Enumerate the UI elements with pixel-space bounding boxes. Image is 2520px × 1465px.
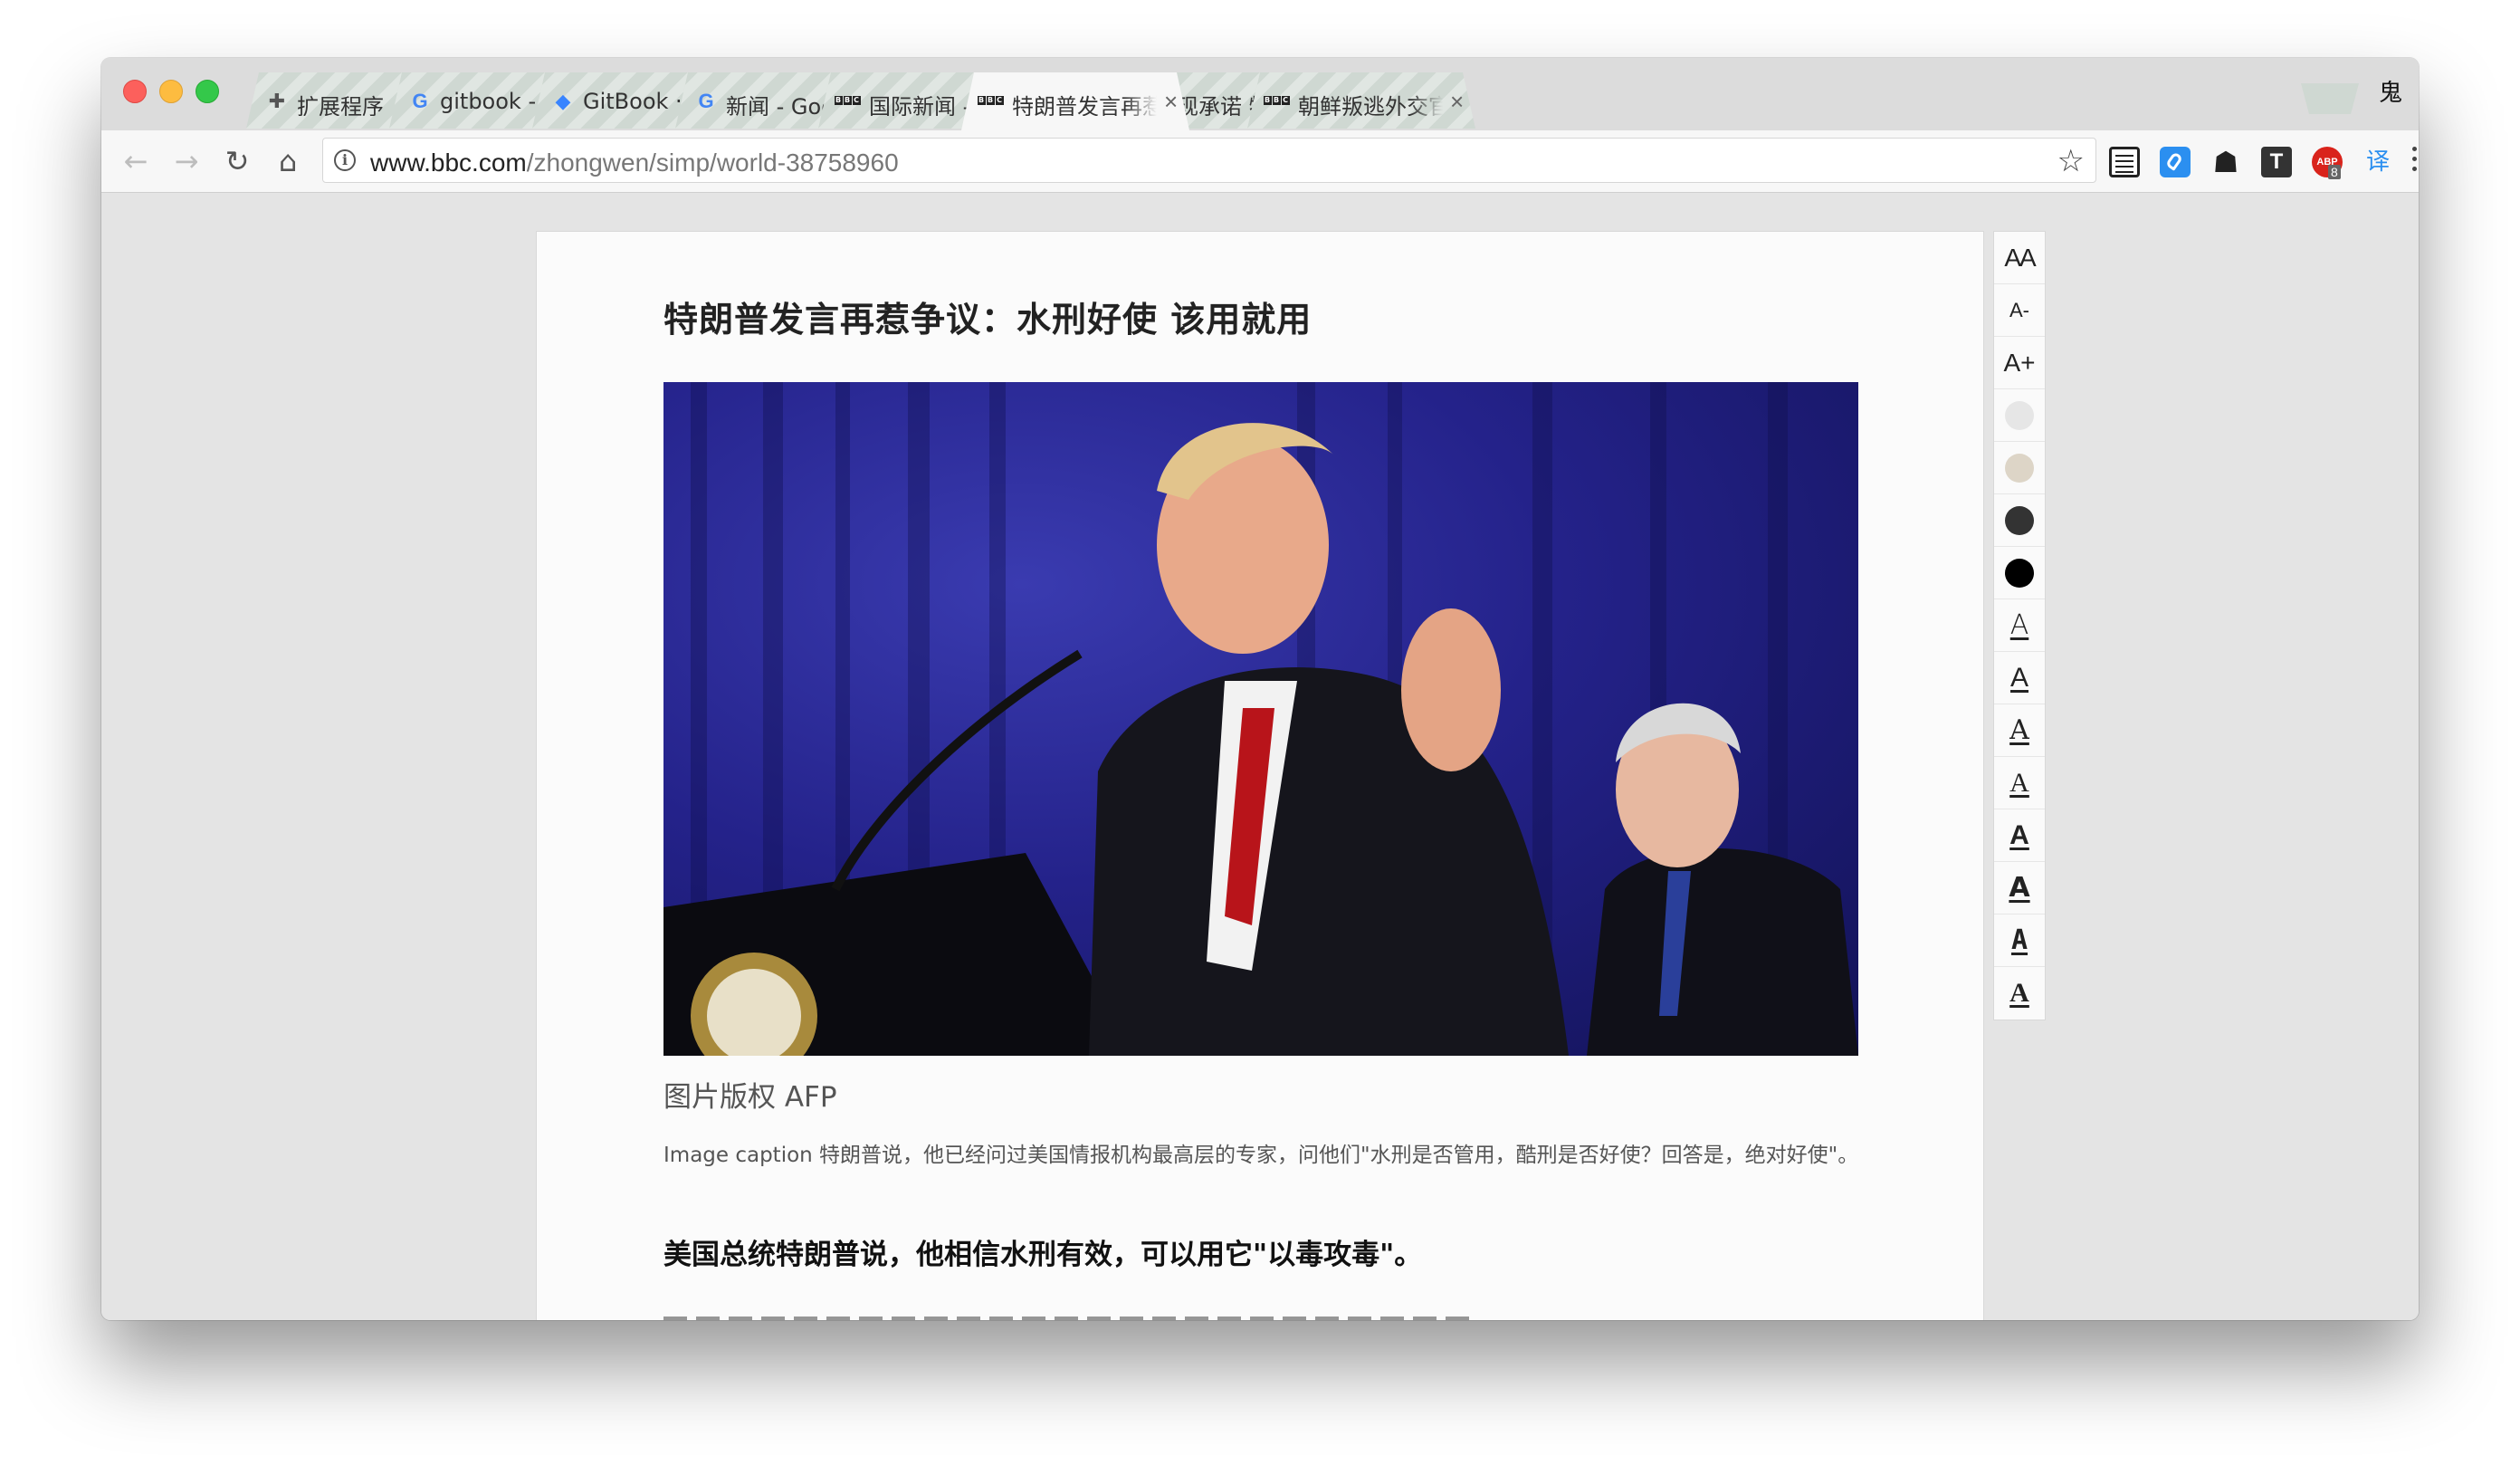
gitbook-icon: ◆ bbox=[555, 90, 571, 112]
adblock-count-badge: 8 bbox=[2328, 165, 2341, 179]
hat-extension-icon[interactable]: ☗ bbox=[2210, 147, 2241, 177]
browser-window: ✚ 扩展程序 × G gitbook - Goog × ◆ GitBook · … bbox=[101, 58, 2419, 1320]
browser-toolbar: ← → ↻ ⌂ i www.bbc.com/zhongwen/simp/worl… bbox=[101, 130, 2419, 193]
font-option-1[interactable]: A bbox=[1994, 599, 2045, 652]
font-size-toggle[interactable]: AA bbox=[1994, 232, 2045, 284]
google-icon: G bbox=[412, 90, 428, 112]
font-option-label: A bbox=[2009, 609, 2029, 641]
theme-light-button[interactable] bbox=[1994, 389, 2045, 442]
theme-sepia-button[interactable] bbox=[1994, 442, 2045, 494]
menu-dots-icon[interactable] bbox=[2412, 147, 2418, 177]
theme-swatch-black bbox=[2005, 558, 2034, 588]
site-info-icon[interactable]: i bbox=[334, 149, 356, 171]
profile-button[interactable]: 鬼 bbox=[2379, 74, 2402, 108]
photo-credit: 图片版权 AFP bbox=[663, 1081, 837, 1114]
bbc-icon: BBC bbox=[1264, 96, 1289, 104]
article-photo bbox=[663, 382, 1858, 1056]
font-option-label: A bbox=[2009, 872, 2030, 904]
tab-title: 朝鲜叛逃外交官 bbox=[1298, 94, 1443, 116]
font-option-label: A bbox=[2009, 819, 2029, 850]
font-option-5[interactable]: A bbox=[1994, 809, 2045, 862]
theme-swatch-sepia bbox=[2005, 453, 2034, 483]
url-host: www.bbc.com bbox=[370, 148, 527, 177]
font-option-label: A bbox=[2009, 662, 2028, 693]
font-option-2[interactable]: A bbox=[1994, 652, 2045, 704]
font-option-label: A bbox=[2009, 978, 2029, 1008]
close-tab-icon[interactable]: × bbox=[1164, 89, 1178, 114]
font-option-7[interactable]: A bbox=[1994, 914, 2045, 967]
maximize-window-button[interactable] bbox=[196, 80, 219, 103]
font-option-8[interactable]: A bbox=[1994, 967, 2045, 1020]
photo-illustration bbox=[663, 382, 1858, 1056]
theme-dark-button[interactable] bbox=[1994, 494, 2045, 547]
forward-arrow-icon[interactable]: → bbox=[168, 143, 205, 179]
page-viewport: 特朗普发言再惹争议：水刑好使 该用就用 图片版权 AFP Image capti… bbox=[101, 193, 2419, 1320]
home-icon[interactable]: ⌂ bbox=[270, 143, 306, 179]
font-option-label: A bbox=[2010, 924, 2028, 956]
font-option-label: A bbox=[2009, 767, 2029, 798]
font-option-6[interactable]: A bbox=[1994, 862, 2045, 914]
close-window-button[interactable] bbox=[123, 80, 147, 103]
minimize-window-button[interactable] bbox=[159, 80, 183, 103]
decrease-font-button[interactable]: A- bbox=[1994, 284, 2045, 337]
close-tab-icon[interactable]: × bbox=[1450, 89, 1464, 114]
font-size-label: AA bbox=[2004, 243, 2036, 272]
truncated-text-line bbox=[663, 1317, 1478, 1320]
tab-bbc-defector[interactable]: BBC 朝鲜叛逃外交官 × bbox=[1236, 72, 1486, 129]
decrease-label: A- bbox=[2009, 298, 2029, 321]
article-lead: 美国总统特朗普说，他相信水刑有效，可以用它"以毒攻毒"。 bbox=[663, 1239, 1423, 1271]
google-icon: G bbox=[698, 90, 714, 112]
t-extension-icon[interactable]: T bbox=[2261, 147, 2292, 177]
article-headline: 特朗普发言再惹争议：水刑好使 该用就用 bbox=[663, 300, 1312, 340]
increase-font-button[interactable]: A+ bbox=[1994, 337, 2045, 389]
reload-icon[interactable]: ↻ bbox=[219, 143, 255, 179]
theme-black-button[interactable] bbox=[1994, 547, 2045, 599]
font-option-4[interactable]: A bbox=[1994, 757, 2045, 809]
font-option-label: A bbox=[2009, 714, 2029, 746]
image-caption: Image caption 特朗普说，他已经问过美国情报机构最高层的专家，问他们… bbox=[663, 1144, 1859, 1167]
puzzle-icon: ✚ bbox=[268, 90, 286, 112]
new-tab-button[interactable] bbox=[2301, 83, 2359, 114]
back-arrow-icon[interactable]: ← bbox=[118, 143, 154, 179]
font-option-3[interactable]: A bbox=[1994, 704, 2045, 757]
tab-title: 特朗普发言再惹 bbox=[1012, 94, 1157, 116]
url-text[interactable]: www.bbc.com/zhongwen/simp/world-38758960 bbox=[370, 148, 899, 177]
theme-swatch-dark bbox=[2005, 505, 2034, 535]
reader-article: 特朗普发言再惹争议：水刑好使 该用就用 图片版权 AFP Image capti… bbox=[536, 231, 1984, 1320]
url-path: /zhongwen/simp/world-38758960 bbox=[526, 148, 899, 177]
bbc-icon: BBC bbox=[978, 96, 1003, 104]
reader-mode-icon[interactable] bbox=[2109, 147, 2140, 177]
address-bar[interactable]: i www.bbc.com/zhongwen/simp/world-387589… bbox=[322, 138, 2096, 183]
bookmark-star-icon[interactable]: ☆ bbox=[2057, 143, 2085, 179]
reader-options-panel: AA A- A+ A A A A A A A A bbox=[1993, 231, 2046, 1020]
translate-icon[interactable]: 译 bbox=[2362, 147, 2393, 177]
theme-swatch-light bbox=[2005, 400, 2034, 430]
tab-strip: ✚ 扩展程序 × G gitbook - Goog × ◆ GitBook · … bbox=[101, 58, 2419, 131]
feather-extension-icon[interactable] bbox=[2160, 147, 2191, 177]
bbc-icon: BBC bbox=[835, 96, 860, 104]
tab-bbc-trump-active[interactable]: BBC 特朗普发言再惹 × bbox=[950, 72, 1200, 130]
increase-label: A+ bbox=[2003, 348, 2036, 377]
